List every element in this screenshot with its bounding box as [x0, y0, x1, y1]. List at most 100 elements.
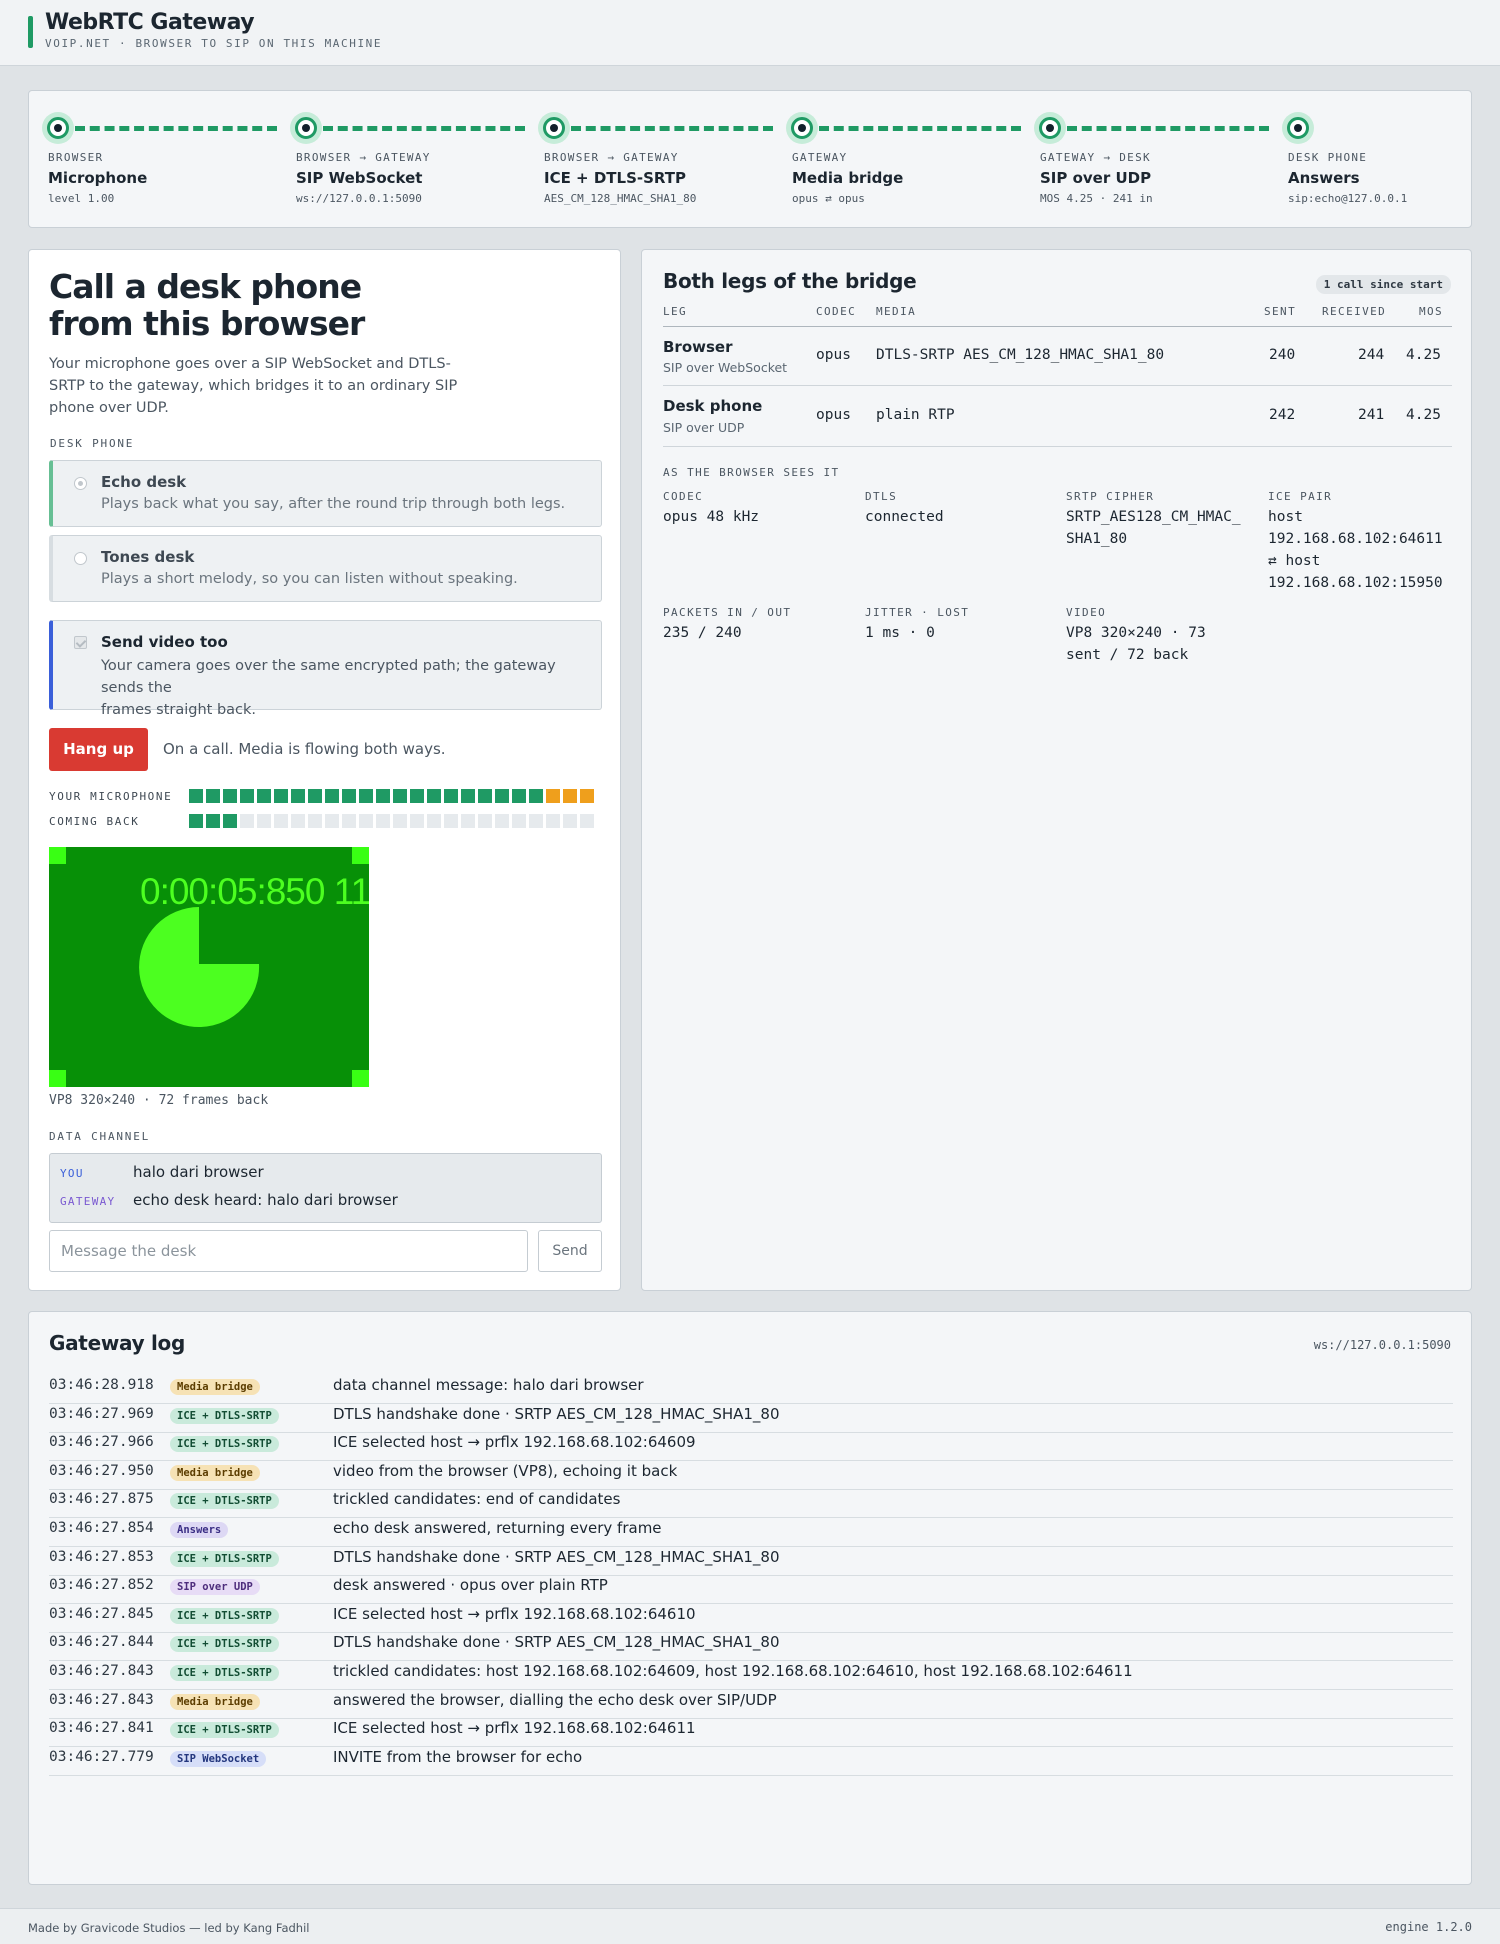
- stage-kicker: BROWSER → GATEWAY: [296, 151, 431, 164]
- option-name: Echo desk: [101, 473, 187, 491]
- message-input[interactable]: [49, 1230, 528, 1272]
- stat-ice-line2: 192.168.68.102:64611: [1268, 531, 1443, 547]
- meter-segment: [478, 789, 492, 803]
- log-time: 03:46:27.969: [49, 1405, 154, 1422]
- leg-sent: 242: [1269, 407, 1296, 423]
- stage-value: MOS 4.25 · 241 in: [1040, 192, 1153, 205]
- meter-segment: [376, 789, 390, 803]
- stage-title: Microphone: [48, 169, 148, 187]
- pipeline-link: [75, 126, 277, 132]
- meter-segment: [580, 789, 594, 803]
- stat-srtp-value-line1: SRTP_AES128_CM_HMAC_: [1066, 509, 1241, 525]
- option-tones-desk[interactable]: Tones desk Plays a short melody, so you …: [49, 535, 602, 602]
- log-endpoint: ws://127.0.0.1:5090: [1313, 1338, 1451, 1352]
- tones-desk-radio[interactable]: [74, 552, 87, 565]
- meter-segment: [291, 814, 305, 828]
- send-button[interactable]: Send: [538, 1230, 602, 1272]
- log-tag: ICE + DTLS-SRTP: [170, 1436, 279, 1453]
- app-subtitle: VOIP.NET · BROWSER TO SIP ON THIS MACHIN…: [45, 37, 383, 50]
- stage-value: ws://127.0.0.1:5090: [296, 192, 422, 205]
- log-time: 03:46:27.950: [49, 1462, 154, 1479]
- log-time: 03:46:27.779: [49, 1748, 154, 1765]
- log-text: DTLS handshake done · SRTP AES_CM_128_HM…: [333, 1547, 780, 1566]
- leg-mos: 4.25: [1406, 407, 1441, 423]
- leg-sub: SIP over UDP: [663, 420, 745, 435]
- option-echo-desk[interactable]: Echo desk Plays back what you say, after…: [49, 460, 602, 527]
- meter-segment: [257, 789, 271, 803]
- pipeline-link: [571, 126, 773, 132]
- call-heading-line2: from this browser: [49, 304, 365, 343]
- meter-segment: [546, 789, 560, 803]
- stat-ice-line4: 192.168.68.102:15950: [1268, 575, 1443, 591]
- leg-sent: 240: [1269, 347, 1296, 363]
- stat-jitter-label: JITTER · LOST: [865, 606, 970, 619]
- pipeline-link: [819, 126, 1021, 132]
- stat-jitter-value: 1 ms · 0: [865, 625, 935, 641]
- meter-segment: [393, 789, 407, 803]
- log-text: trickled candidates: end of candidates: [333, 1490, 621, 1509]
- call-count-badge: 1 call since start: [1315, 275, 1451, 294]
- stage-kicker: DESK PHONE: [1288, 151, 1368, 164]
- stage-title: Media bridge: [792, 169, 904, 187]
- leg-media: DTLS-SRTP AES_CM_128_HMAC_SHA1_80: [876, 347, 1165, 363]
- meter-segment: [325, 789, 339, 803]
- stat-video-line2: sent / 72 back: [1066, 647, 1189, 663]
- option-desc-line1: Your camera goes over the same encrypted…: [101, 658, 556, 696]
- leg-received: 241: [1358, 407, 1385, 423]
- pipeline-node-icon: [786, 112, 818, 144]
- meter-segment: [223, 814, 237, 828]
- meter-segment: [410, 814, 424, 828]
- call-heading: Call a desk phone from this browser: [49, 268, 449, 342]
- option-send-video[interactable]: Send video too Your camera goes over the…: [49, 620, 602, 718]
- meter-segment: [342, 814, 356, 828]
- stage-value: sip:echo@127.0.0.1: [1288, 192, 1408, 205]
- stage-kicker: GATEWAY → DESK: [1040, 151, 1151, 164]
- meter-segment: [376, 814, 390, 828]
- stat-dtls-label: DTLS: [865, 490, 898, 503]
- leg-name: Browser: [663, 338, 733, 356]
- meter-segment: [206, 814, 220, 828]
- col-received: RECEIVED: [1322, 305, 1387, 318]
- meter-segment: [240, 789, 254, 803]
- log-row: 03:46:27.779 SIP WebSocket INVITE from the…: [49, 1741, 1453, 1776]
- pipeline-stage-sip-udp: GATEWAY → DESK SIP over UDP MOS 4.25 · 2…: [1040, 151, 1280, 205]
- log-tag: ICE + DTLS-SRTP: [170, 1493, 279, 1510]
- stat-ice-label: ICE PAIR: [1268, 490, 1333, 503]
- table-divider: [663, 326, 1452, 327]
- pipeline-node-icon: [538, 112, 570, 144]
- meter-segment: [359, 814, 373, 828]
- log-time: 03:46:27.843: [49, 1691, 154, 1708]
- data-channel-log: YOU halo dari browser GATEWAY echo desk …: [49, 1153, 602, 1223]
- meter-segment: [308, 789, 322, 803]
- meter-segment: [495, 789, 509, 803]
- stage-title: SIP WebSocket: [296, 169, 423, 187]
- app-footer: Made by Gravicode Studios — led by Kang …: [0, 1908, 1500, 1944]
- pipeline-node-icon: [1034, 112, 1066, 144]
- footer-credit: Made by Gravicode Studios — led by Kang …: [28, 1921, 310, 1935]
- echo-desk-radio[interactable]: [74, 477, 87, 490]
- meter-segment: [393, 814, 407, 828]
- call-intro: Your microphone goes over a SIP WebSocke…: [49, 356, 458, 416]
- meter-segment: [291, 789, 305, 803]
- chat-message: YOU halo dari browser: [60, 1163, 590, 1183]
- option-name: Send video too: [101, 633, 228, 651]
- option-name: Tones desk: [101, 548, 195, 566]
- stat-packets-label: PACKETS IN / OUT: [663, 606, 792, 619]
- call-panel: Call a desk phone from this browser Your…: [28, 249, 621, 1291]
- leg-mos: 4.25: [1406, 347, 1441, 363]
- log-time: 03:46:27.841: [49, 1720, 154, 1737]
- log-tag: SIP over UDP: [170, 1579, 260, 1596]
- meter-segment: [529, 814, 543, 828]
- log-text: echo desk answered, returning every fram…: [333, 1519, 662, 1537]
- send-video-checkbox[interactable]: [74, 636, 87, 649]
- log-time: 03:46:27.875: [49, 1491, 154, 1508]
- pipeline-link: [1067, 126, 1269, 132]
- table-divider: [663, 385, 1452, 386]
- pipeline-panel: BROWSER Microphone level 1.00 BROWSER → …: [28, 90, 1472, 228]
- bridge-title: Both legs of the bridge: [663, 269, 917, 293]
- hang-up-button[interactable]: Hang up: [49, 728, 148, 771]
- meter-segment: [444, 814, 458, 828]
- log-time: 03:46:27.854: [49, 1520, 154, 1536]
- stage-kicker: GATEWAY: [792, 151, 848, 164]
- stage-title: Answers: [1288, 169, 1360, 187]
